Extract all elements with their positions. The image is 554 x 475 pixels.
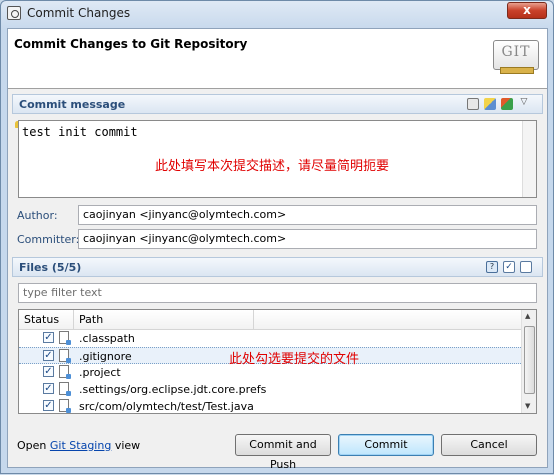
git-logo-icon: GIT — [493, 40, 539, 74]
file-row-selected[interactable]: ✓ .gitignore 此处勾选要提交的文件 — [19, 347, 523, 367]
committer-label: Committer: — [17, 233, 80, 246]
deselect-all-icon[interactable] — [520, 261, 532, 273]
spell-check-icon[interactable] — [467, 98, 479, 110]
commit-and-push-button[interactable]: Commit and Push — [235, 434, 331, 471]
untracked-file-icon — [59, 382, 71, 396]
file-row[interactable]: ✓ .settings/org.eclipse.jdt.core.prefs — [19, 381, 523, 398]
column-divider — [253, 310, 254, 329]
file-path: .classpath — [79, 332, 135, 345]
commit-message-title: Commit message — [19, 98, 126, 111]
files-table: Status Path ✓ .classpath ✓ .gitignore 此处… — [18, 309, 537, 414]
untracked-file-icon — [59, 349, 71, 363]
file-path: .project — [79, 366, 121, 379]
files-header: Files (5/5) ? ✓ — [12, 257, 543, 277]
author-label: Author: — [17, 209, 58, 222]
files-title: Files (5/5) — [19, 261, 82, 274]
close-button[interactable]: x — [507, 2, 547, 19]
commit-message-textarea[interactable]: test init commit 此处填写本次提交描述，请尽量简明扼要 — [18, 120, 537, 198]
file-checkbox[interactable]: ✓ — [43, 350, 54, 361]
git-staging-link[interactable]: Git Staging — [50, 439, 111, 452]
file-path: .gitignore — [79, 350, 132, 363]
file-path: src/com/olymtech/test/Test.java — [79, 400, 254, 413]
open-prefix: Open — [17, 439, 47, 452]
open-suffix: view — [114, 439, 141, 452]
file-filter-input[interactable]: type filter text — [18, 283, 537, 303]
scroll-up-icon[interactable]: ▲ — [525, 312, 530, 320]
commit-dialog-window: Commit Changes x Commit Changes to Git R… — [0, 0, 554, 474]
dropdown-menu-icon[interactable]: ▽ — [518, 97, 530, 109]
show-untracked-icon[interactable]: ? — [486, 261, 498, 273]
column-divider — [73, 310, 74, 329]
author-field[interactable]: caojinyan <jinyanc@olymtech.com> — [78, 205, 537, 225]
commit-message-annotation: 此处填写本次提交描述，请尽量简明扼要 — [155, 159, 390, 174]
path-column-header[interactable]: Path — [79, 313, 103, 326]
file-checkbox[interactable]: ✓ — [43, 400, 54, 411]
signed-off-icon[interactable] — [501, 98, 513, 110]
title-bar[interactable]: Commit Changes x — [1, 1, 553, 27]
open-staging-text: Open Git Staging view — [17, 439, 140, 452]
untracked-file-icon — [59, 365, 71, 379]
scrollbar-thumb[interactable] — [524, 326, 535, 394]
commit-message-text: test init commit — [22, 125, 138, 139]
file-path: .settings/org.eclipse.jdt.core.prefs — [79, 383, 267, 396]
banner-title: Commit Changes to Git Repository — [14, 37, 248, 51]
committer-field[interactable]: caojinyan <jinyanc@olymtech.com> — [78, 229, 537, 249]
file-checkbox[interactable]: ✓ — [43, 332, 54, 343]
dialog-banner: Commit Changes to Git Repository GIT — [8, 29, 547, 89]
commit-button[interactable]: Commit — [338, 434, 434, 456]
files-scrollbar[interactable]: ▲ ▼ — [521, 310, 536, 413]
file-row[interactable]: ✓ .project — [19, 364, 523, 381]
file-row[interactable]: ✓ src/com/olymtech/test/Test.java — [19, 398, 523, 413]
files-table-header: Status Path — [19, 310, 523, 330]
edit-icon[interactable] — [484, 98, 496, 110]
cancel-button[interactable]: Cancel — [441, 434, 537, 456]
select-all-icon[interactable]: ✓ — [503, 261, 515, 273]
file-checkbox[interactable]: ✓ — [43, 383, 54, 394]
eclipse-app-icon — [7, 6, 21, 20]
commit-message-header: Commit message ▽ — [12, 94, 543, 114]
file-checkbox[interactable]: ✓ — [43, 366, 54, 377]
window-title: Commit Changes — [27, 6, 131, 20]
untracked-file-icon — [59, 399, 71, 413]
message-scrollbar[interactable] — [522, 121, 536, 197]
file-row[interactable]: ✓ .classpath — [19, 330, 523, 347]
dialog-client-area: Commit Changes to Git Repository GIT Com… — [7, 28, 548, 471]
scroll-down-icon[interactable]: ▼ — [525, 402, 530, 410]
untracked-file-icon — [59, 331, 71, 345]
status-column-header[interactable]: Status — [24, 313, 59, 326]
